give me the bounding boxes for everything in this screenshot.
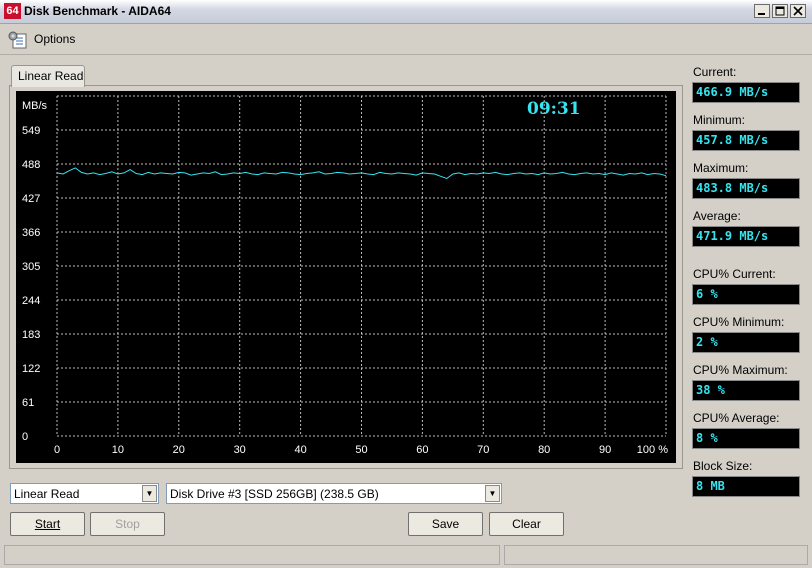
- drive-select[interactable]: Disk Drive #3 [SSD 256GB] (238.5 GB) ▼: [166, 483, 502, 504]
- chevron-down-icon[interactable]: ▼: [142, 485, 157, 502]
- status-bar-left: [4, 545, 500, 565]
- cpu-maximum-value: 38 %: [692, 380, 800, 401]
- x-tick-label: 90: [599, 444, 611, 456]
- maximize-icon: [775, 6, 785, 16]
- block-size-label: Block Size:: [693, 459, 753, 473]
- start-button-label: Start: [34, 517, 61, 531]
- clear-button[interactable]: Clear: [489, 512, 564, 536]
- test-type-select-value: Linear Read: [14, 487, 80, 501]
- options-icon[interactable]: [8, 31, 28, 49]
- minimum-label: Minimum:: [693, 113, 746, 127]
- x-tick-label: 40: [294, 444, 306, 456]
- menu-bar: [0, 24, 812, 55]
- save-button[interactable]: Save: [408, 512, 483, 536]
- x-tick-label: 70: [477, 444, 489, 456]
- y-tick-label: 549: [22, 125, 40, 137]
- average-label: Average:: [693, 209, 741, 223]
- save-button-label: Save: [431, 517, 460, 531]
- stop-button-label: Stop: [115, 517, 140, 531]
- minimize-button[interactable]: [754, 4, 770, 18]
- graph-canvas: 0 61 122 183 244 305 366 427 488 549 MB/s 0 10 20 30 40…: [22, 95, 668, 456]
- close-button[interactable]: [790, 4, 806, 18]
- stop-button[interactable]: Stop: [90, 512, 165, 536]
- current-label: Current:: [693, 65, 737, 79]
- status-bar-right: [504, 545, 808, 565]
- cpu-current-value: 6 %: [692, 284, 800, 305]
- x-tick-label: 30: [234, 444, 246, 456]
- test-type-select[interactable]: Linear Read ▼: [10, 483, 159, 504]
- cpu-average-value: 8 %: [692, 428, 800, 449]
- y-tick-label: 366: [22, 227, 40, 239]
- average-value: 471.9 MB/s: [692, 226, 800, 247]
- x-tick-label: 50: [355, 444, 367, 456]
- clear-button-label: Clear: [512, 517, 541, 531]
- cpu-current-label: CPU% Current:: [693, 267, 776, 281]
- current-value: 466.9 MB/s: [692, 82, 800, 103]
- aida64-app-icon: 64: [4, 3, 21, 19]
- x-tick-label: 0: [54, 444, 60, 456]
- y-tick-label: 183: [22, 329, 40, 341]
- block-size-value: 8 MB: [692, 476, 800, 497]
- y-tick-label: 427: [22, 193, 40, 205]
- y-tick-label: 244: [22, 295, 40, 307]
- x-tick-label: 80: [538, 444, 550, 456]
- chevron-down-icon[interactable]: ▼: [485, 485, 500, 502]
- close-icon: [793, 6, 803, 16]
- cpu-average-label: CPU% Average:: [693, 411, 780, 425]
- options-menu-item[interactable]: Options: [34, 32, 75, 46]
- tab-linear-read-label: Linear Read: [18, 69, 84, 83]
- minimize-icon: [758, 13, 765, 15]
- x-tick-label: 20: [173, 444, 185, 456]
- cpu-minimum-value: 2 %: [692, 332, 800, 353]
- cpu-minimum-label: CPU% Minimum:: [693, 315, 785, 329]
- x-tick-label: 60: [416, 444, 428, 456]
- minimum-value: 457.8 MB/s: [692, 130, 800, 151]
- y-tick-label: 0: [22, 431, 28, 443]
- y-axis-label: MB/s: [22, 100, 48, 112]
- maximum-value: 483.8 MB/s: [692, 178, 800, 199]
- elapsed-time-clock: 09:31: [527, 99, 581, 119]
- drive-select-value: Disk Drive #3 [SSD 256GB] (238.5 GB): [170, 487, 379, 501]
- maximum-label: Maximum:: [693, 161, 749, 175]
- window-title: Disk Benchmark - AIDA64: [24, 4, 171, 18]
- start-button[interactable]: Start: [10, 512, 85, 536]
- x-tick-label: 10: [112, 444, 124, 456]
- maximize-button[interactable]: [772, 4, 788, 18]
- cpu-maximum-label: CPU% Maximum:: [693, 363, 788, 377]
- y-tick-label: 61: [22, 397, 34, 409]
- y-tick-label: 305: [22, 261, 40, 273]
- y-tick-label: 488: [22, 159, 40, 171]
- y-tick-label: 122: [22, 363, 40, 375]
- benchmark-graph: 0 61 122 183 244 305 366 427 488 549 MB/s 0 10 20 30 40…: [16, 91, 676, 463]
- x-tick-label: 100 %: [637, 444, 668, 456]
